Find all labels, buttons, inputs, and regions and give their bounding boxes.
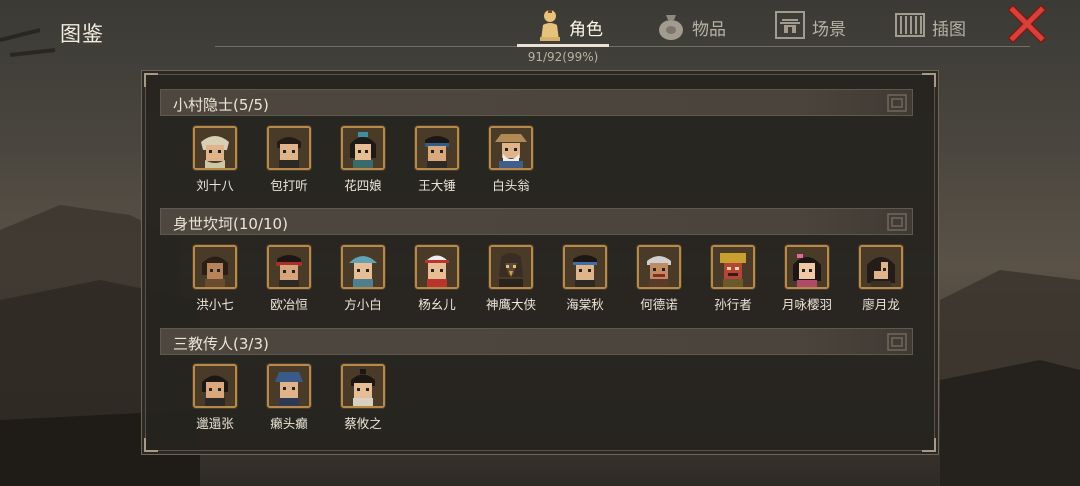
character-portrait [489,126,533,170]
category-header: 身世坎坷(10/10) [160,208,913,235]
panel-corner [922,73,936,87]
character-portrait [341,126,385,170]
character-portrait [341,364,385,408]
character-card[interactable]: 癞头癫 [252,364,326,434]
category-header: 三教传人(3/3) [160,328,913,355]
tab-label: 物品 [692,19,726,40]
character-card[interactable]: 孙行者 [696,245,770,315]
panel-corner [144,438,158,452]
character-portrait [341,245,385,289]
character-portrait [415,245,459,289]
character-portrait [489,245,533,289]
character-name: 孙行者 [714,297,752,312]
character-card[interactable]: 邋遢张 [178,364,252,434]
ornament-icon [887,94,907,112]
character-name: 洪小七 [196,297,234,312]
character-card[interactable]: 包打听 [252,126,326,196]
character-name: 王大锤 [418,178,456,193]
character-portrait [563,245,607,289]
character-card[interactable]: 欧冶恒 [252,245,326,315]
character-card[interactable]: 白头翁 [474,126,548,196]
character-portrait [267,364,311,408]
collection-progress: 91/92(99%) [527,50,599,64]
character-card[interactable]: 杨幺儿 [400,245,474,315]
character-card[interactable]: 洪小七 [178,245,252,315]
character-portrait [859,245,903,289]
character-card[interactable]: 神鹰大侠 [474,245,548,315]
character-name: 花四娘 [344,178,382,193]
category-title: 小村隐士(5/5) [173,96,269,114]
character-name: 廖月龙 [862,297,900,312]
close-button[interactable] [1007,4,1047,44]
character-portrait [193,364,237,408]
tab-items[interactable]: 物品 [656,8,726,46]
tab-label: 插图 [932,19,966,40]
character-portrait [193,245,237,289]
tab-illustrations[interactable]: 插图 [894,8,966,46]
tab-label: 角色 [569,19,603,40]
character-name: 包打听 [270,178,308,193]
tab-characters[interactable]: 角色 [537,8,603,46]
character-name: 刘十八 [196,178,234,193]
character-name: 杨幺儿 [418,297,456,312]
character-card[interactable]: 月咏樱羽 [770,245,844,315]
character-card[interactable]: 刘十八 [178,126,252,196]
character-name: 神鹰大侠 [485,297,536,312]
ornament-icon [887,213,907,231]
character-portrait [785,245,829,289]
active-tab-indicator [517,44,609,47]
character-portrait [711,245,755,289]
character-name: 蔡攸之 [344,416,382,431]
top-bar: 图鉴 角色 物品 场景 插图 91/92(99%) [0,0,1080,70]
character-portrait [193,126,237,170]
character-card[interactable]: 花四娘 [326,126,400,196]
illustration-icon [894,10,926,44]
character-card[interactable]: 海棠秋 [548,245,622,315]
collection-panel: 小村隐士(5/5) 刘十八 包打听 花四娘 王大锤 白头翁 身世坎坷(10/10… [141,70,939,455]
character-name: 方小白 [344,297,382,312]
page-title: 图鉴 [60,22,104,46]
character-name: 癞头癫 [270,416,308,431]
character-name: 海棠秋 [566,297,604,312]
tab-divider [215,46,1030,47]
character-card[interactable]: 何德诺 [622,245,696,315]
panel-corner [144,73,158,87]
character-name: 欧冶恒 [270,297,308,312]
character-card[interactable]: 蔡攸之 [326,364,400,434]
character-portrait [267,245,311,289]
character-portrait [415,126,459,170]
category-header: 小村隐士(5/5) [160,89,913,116]
character-name: 邋遢张 [196,416,234,431]
tab-label: 场景 [812,19,846,40]
character-icon [537,8,563,46]
tab-scenes[interactable]: 场景 [774,8,846,46]
character-card[interactable]: 方小白 [326,245,400,315]
character-name: 白头翁 [492,178,530,193]
scene-icon [774,10,806,44]
panel-corner [922,438,936,452]
character-portrait [267,126,311,170]
category-title: 身世坎坷(10/10) [173,215,288,233]
close-icon [1007,4,1047,44]
bag-icon [656,9,686,45]
character-card[interactable]: 王大锤 [400,126,474,196]
ornament-icon [887,333,907,351]
character-name: 月咏樱羽 [781,297,832,312]
category-title: 三教传人(3/3) [173,335,269,353]
character-portrait [637,245,681,289]
character-card[interactable]: 廖月龙 [844,245,918,315]
character-name: 何德诺 [640,297,678,312]
